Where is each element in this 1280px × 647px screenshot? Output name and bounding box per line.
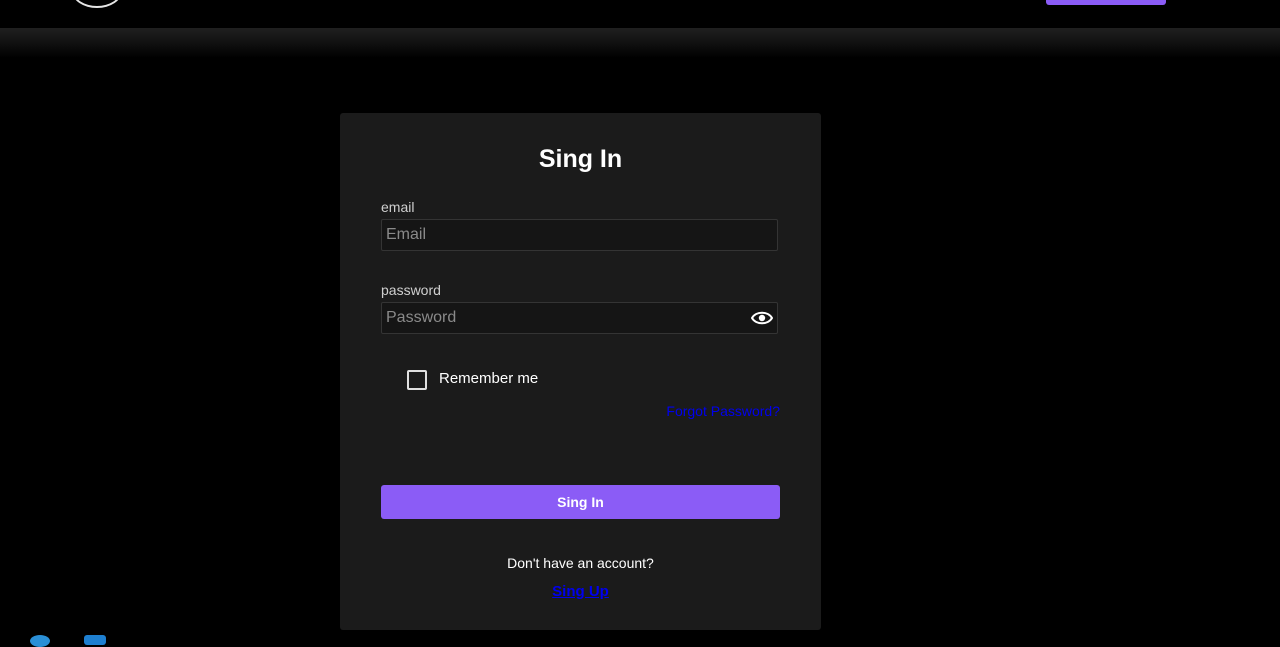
eye-icon[interactable] <box>750 310 774 326</box>
email-field[interactable] <box>381 219 778 251</box>
forgot-password-link[interactable]: Forgot Password? <box>666 403 780 419</box>
signin-button[interactable]: Sing In <box>381 485 780 519</box>
taskbar-app-icon[interactable] <box>30 635 50 647</box>
no-account-text: Don't have an account? <box>507 555 654 571</box>
navbar-shadow <box>0 28 1280 58</box>
password-field[interactable] <box>381 302 778 334</box>
logo[interactable] <box>72 0 122 8</box>
remember-checkbox[interactable] <box>407 370 427 390</box>
email-label: email <box>381 199 415 215</box>
signin-card: Sing In email password Remember me Forgo… <box>340 113 821 630</box>
top-navbar <box>0 0 1280 28</box>
taskbar-app-icon[interactable] <box>84 635 106 645</box>
signup-link[interactable]: Sing Up <box>340 583 821 600</box>
password-label: password <box>381 282 441 298</box>
nav-button[interactable] <box>1046 0 1166 5</box>
remember-label: Remember me <box>439 370 539 387</box>
form-title: Sing In <box>538 145 623 173</box>
